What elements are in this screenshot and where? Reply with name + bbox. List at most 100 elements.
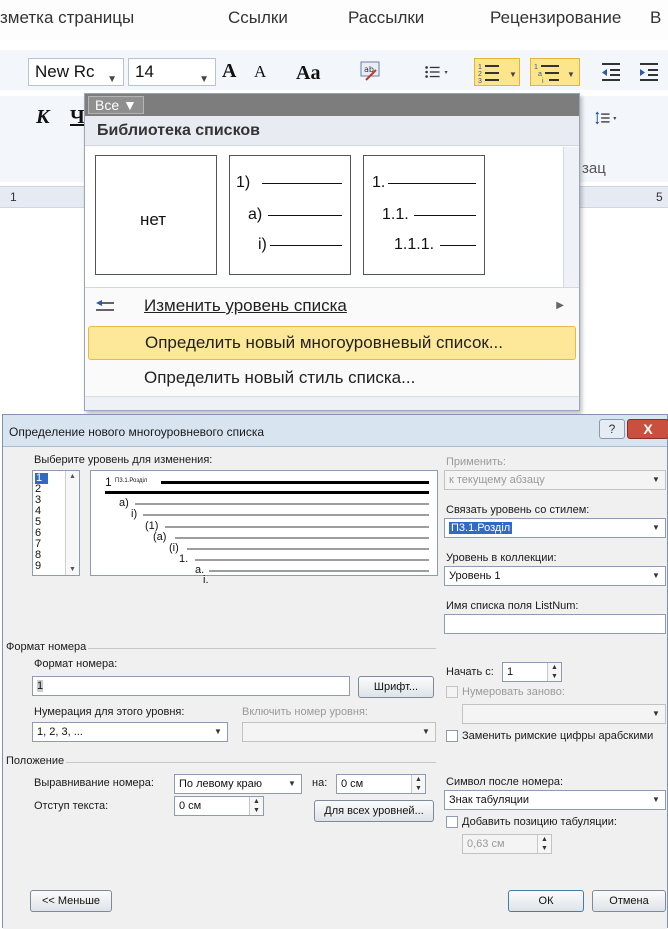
chevron-down-icon: ▼ [422,727,430,736]
aligned-at-spinner[interactable]: 0 см ▲ ▼ [336,774,426,794]
level-list-scrollbar[interactable]: ▲ ▼ [65,471,79,575]
multilevel-list-button[interactable]: 1 a i ▼ [530,58,580,86]
scroll-down-icon[interactable]: ▼ [69,566,76,573]
number-format-value: 1 [37,680,44,692]
svg-text:▼: ▼ [509,70,517,79]
include-level-combo: ▼ [242,722,436,742]
legal-numbering-checkbox[interactable] [446,730,458,742]
tab-mailings[interactable]: Рассылки [348,8,424,28]
tab-references[interactable]: Ссылки [228,8,288,28]
tab-page-layout[interactable]: зметка страницы [0,8,134,28]
aligned-at-value: 0 см [341,778,364,790]
numbering-style-combo[interactable]: 1, 2, 3, ... ▼ [32,722,228,742]
preview-level-5: (a) [153,531,167,543]
list-level-2: 1.1. [382,206,409,223]
chevron-down-icon[interactable]: ▼ [199,67,209,93]
list-style-numbered-legal[interactable]: 1. 1.1. 1.1.1. [363,155,485,275]
chevron-down-icon[interactable]: ▼ [648,792,664,808]
less-button[interactable]: << Меньше [30,890,112,912]
scroll-up-icon[interactable]: ▲ [69,473,76,480]
svg-text:2: 2 [478,71,482,78]
close-button[interactable]: X [627,419,668,439]
numbering-style-value: 1, 2, 3, ... [37,726,83,738]
follow-number-combo[interactable]: Знак табуляции ▼ [444,790,666,810]
define-multilevel-list-label: Определить новый многоуровневый список..… [145,333,504,352]
tab-review[interactable]: Рецензирование [490,8,621,28]
chevron-down-icon[interactable]: ▼ [648,568,664,584]
restart-checkbox[interactable] [446,686,458,698]
decrease-indent-icon[interactable] [598,60,624,84]
preview-level-3-line [143,514,429,516]
list-library-heading: Библиотека списков [85,116,579,146]
bullet-list-icon[interactable]: ▼ [424,60,450,84]
start-at-spinner[interactable]: 1 ▲ ▼ [502,662,562,682]
tab-view[interactable]: В [650,8,661,28]
chevron-right-icon: ▶ [556,300,564,311]
all-levels-button[interactable]: Для всех уровней... [314,800,434,822]
font-name-combo[interactable]: New Rc ▼ [28,58,124,86]
numbering-style-label: Нумерация для этого уровня: [34,706,185,718]
change-case-button[interactable]: Aa [296,62,320,85]
font-button[interactable]: Шрифт... [358,676,434,698]
link-style-value: П3.1.Розділ [449,522,513,534]
word-ribbon: зметка страницы Ссылки Рассылки Рецензир… [0,0,668,411]
text-indent-value: 0 см [179,800,202,812]
level-item-9[interactable]: 9 [35,561,41,572]
increase-indent-icon[interactable] [636,60,662,84]
define-list-style-item[interactable]: Определить новый стиль списка... [88,362,576,396]
define-multilevel-list-item[interactable]: Определить новый многоуровневый список..… [88,326,576,360]
list-style-none[interactable]: нет [95,155,217,275]
text-indent-spinner[interactable]: 0 см ▲ ▼ [174,796,264,816]
line-spacing-icon[interactable]: ▼ [594,106,620,130]
preview-level-7: 1. [179,553,189,565]
chevron-down-icon[interactable]: ▼ [107,67,117,93]
change-list-level-label: Изменить уровень списка [144,296,347,315]
library-scrollbar[interactable] [563,147,579,287]
number-format-group-title: Формат номера [6,641,87,653]
help-button[interactable]: ? [599,419,625,439]
alignment-value: По левому краю [179,778,262,790]
dialog-title: Определение нового многоуровневого списк… [9,425,265,439]
add-tab-checkbox[interactable] [446,816,458,828]
link-style-combo[interactable]: П3.1.Розділ ▼ [444,518,666,538]
choose-level-label: Выберите уровень для изменения: [34,454,213,466]
preview-level-1-style: П3.1.Розділ [115,478,148,484]
clear-format-icon[interactable]: ab [358,60,384,84]
chevron-down-icon[interactable]: ▼ [648,520,664,536]
list-style-numbered-parens[interactable]: 1) a) i) [229,155,351,275]
menu-filter-bar: Все ▼ [85,94,579,116]
font-size-combo[interactable]: 14 ▼ [128,58,216,86]
italic-button[interactable]: К [36,106,50,129]
menu-resize-grip[interactable] [85,396,579,410]
alignment-label: Выравнивание номера: [34,777,154,789]
spinner-arrows-icon[interactable]: ▲ ▼ [249,797,263,815]
underline-button[interactable]: Ч [70,106,85,129]
cancel-button[interactable]: Отмена [592,890,666,912]
shrink-font-button[interactable]: A [254,62,266,82]
preview-level-7-line [195,559,429,561]
alignment-combo[interactable]: По левому краю ▼ [174,774,302,794]
chevron-down-icon[interactable]: ▼ [284,776,300,792]
ok-button[interactable]: ОК [508,890,584,912]
svg-text:a: a [538,71,542,78]
start-at-label: Начать с: [446,666,494,678]
add-tab-label: Добавить позицию табуляции: [462,816,617,828]
grow-font-button[interactable]: A [222,60,236,83]
chevron-down-icon[interactable]: ▼ [210,724,226,740]
filter-all-button[interactable]: Все ▼ [88,96,144,114]
number-format-field[interactable]: 1 [32,676,350,696]
preview-level-8-line [209,570,429,572]
numbered-list-button[interactable]: 1 2 3 ▼ [474,58,520,86]
ruler-mark-right: 5 [656,190,663,204]
listnum-field[interactable] [444,614,666,634]
restart-after-combo: ▼ [462,704,666,724]
tab-stop-spinner: 0,63 см ▲ ▼ [462,834,552,854]
preview-level-1-line-2 [105,491,429,494]
change-list-level-item[interactable]: Изменить уровень списка ▶ [88,290,576,324]
preview-level-6-line [187,548,429,550]
follow-number-label: Символ после номера: [446,776,564,788]
level-listbox[interactable]: 1 2 3 4 5 6 7 8 9 ▲ ▼ [32,470,80,576]
spinner-arrows-icon[interactable]: ▲ ▼ [547,663,561,681]
gallery-level-combo[interactable]: Уровень 1 ▼ [444,566,666,586]
spinner-arrows-icon[interactable]: ▲ ▼ [411,775,425,793]
